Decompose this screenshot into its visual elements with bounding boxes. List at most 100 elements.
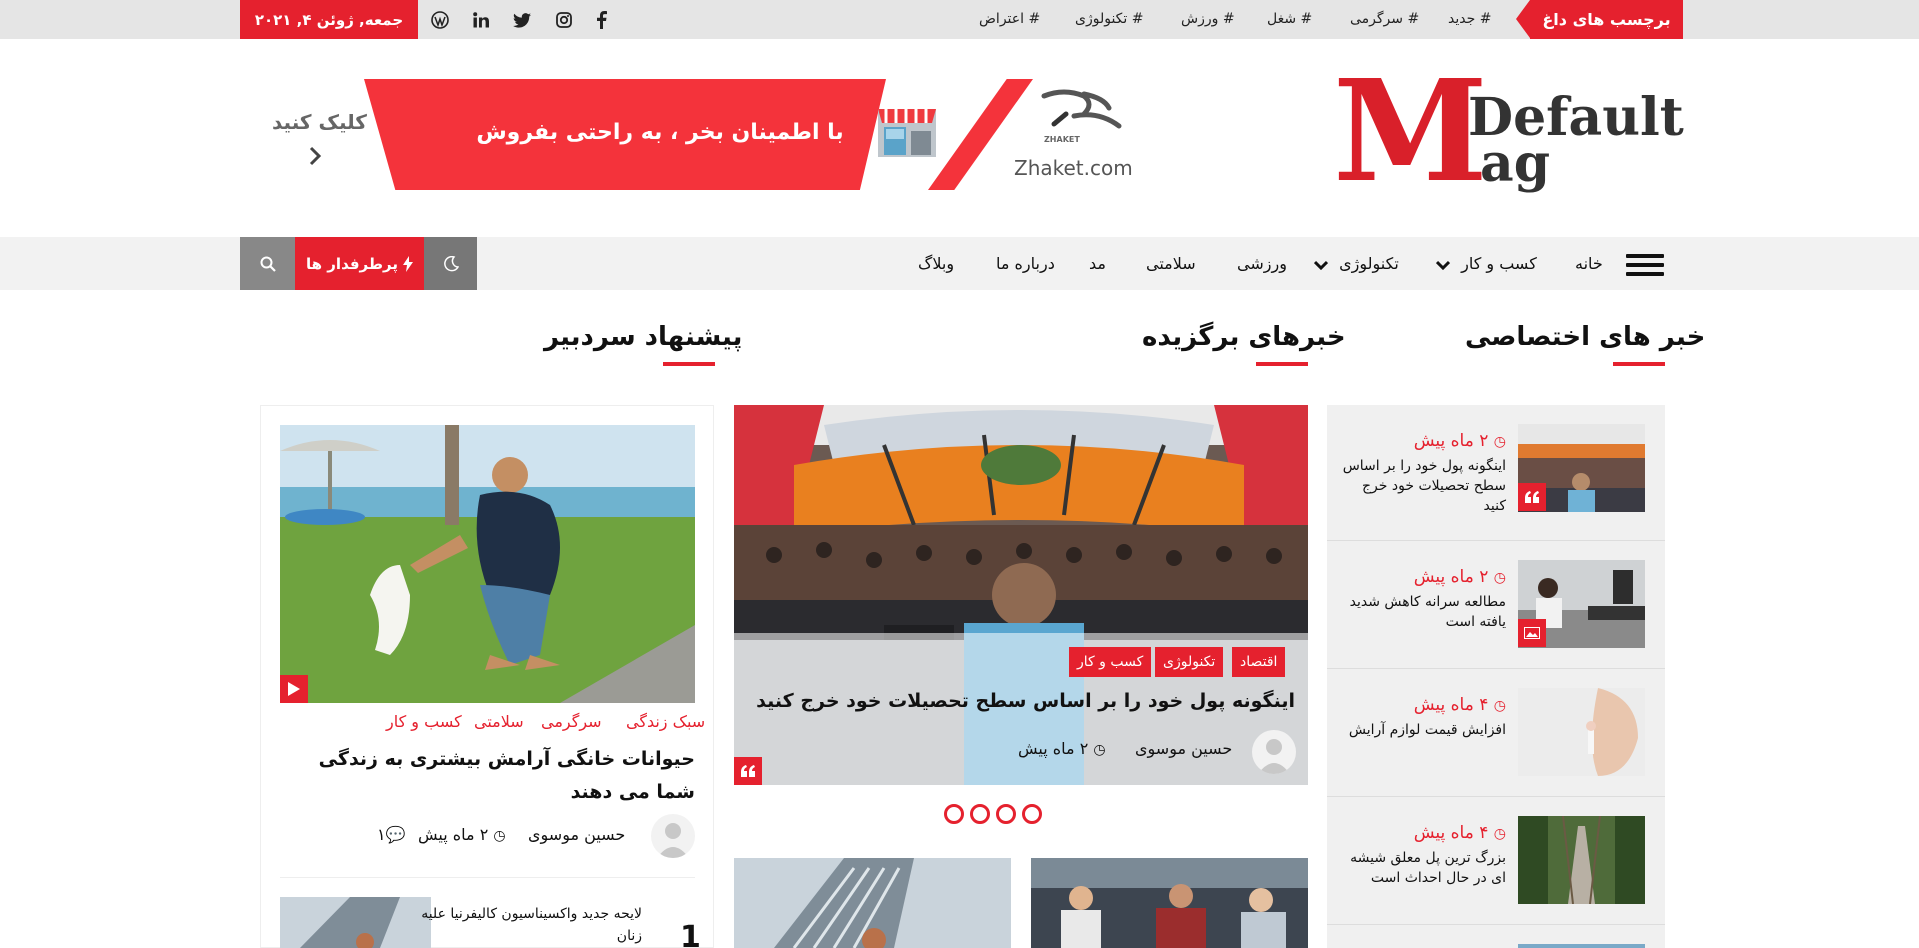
featured-thumb-meeting[interactable] xyxy=(1031,858,1308,948)
ad-click-text[interactable]: کلیک کنید xyxy=(272,110,367,134)
featured-time-text: ۲ ماه پیش xyxy=(1018,739,1089,758)
editor-category-entertainment[interactable]: سرگرمی xyxy=(541,712,602,731)
slider-dot[interactable] xyxy=(1022,804,1042,824)
editor-author[interactable]: حسین موسوی xyxy=(528,825,625,844)
editor-list-thumb[interactable] xyxy=(280,897,431,948)
hot-tags-label: برچسب های داغ xyxy=(1516,0,1683,39)
clock-icon: ◷ xyxy=(493,828,506,844)
section-title-exclusive: خبر های اختصاصی xyxy=(1465,322,1706,352)
exclusive-time-1-text: ۲ ماه پیش xyxy=(1413,431,1489,451)
tag-entertainment[interactable]: # سرگرمی xyxy=(1350,0,1419,39)
exclusive-time-2: ◷ ۲ ماه پیش xyxy=(1413,567,1506,587)
nav-business-label: کسب و کار xyxy=(1461,254,1537,273)
section-title-featured: خبرهای برگزیده xyxy=(1142,322,1346,352)
list-number: 1 xyxy=(680,920,701,948)
slider-dot[interactable] xyxy=(970,804,990,824)
exclusive-time-3-text: ۴ ماه پیش xyxy=(1413,695,1489,715)
tag-job[interactable]: # شغل xyxy=(1267,0,1312,39)
quote-badge-icon xyxy=(1518,483,1546,511)
nav-about[interactable]: درباره ما xyxy=(996,237,1055,290)
hamburger-menu-icon[interactable] xyxy=(1626,254,1664,276)
exclusive-time-1: ◷ ۲ ماه پیش xyxy=(1413,431,1506,451)
featured-author[interactable]: حسین موسوی xyxy=(1135,739,1232,758)
editor-time-text: ۲ ماه پیش xyxy=(418,825,489,844)
featured-category-technology[interactable]: تکنولوژی xyxy=(1155,647,1224,677)
nav-health[interactable]: سلامتی xyxy=(1146,237,1196,290)
editor-category-health[interactable]: سلامتی xyxy=(474,712,524,731)
exclusive-title-1[interactable]: اینگونه پول خود را بر اساس سطح تحصیلات خ… xyxy=(1338,456,1506,516)
exclusive-time-4: ◷ ۴ ماه پیش xyxy=(1413,823,1506,843)
avatar[interactable] xyxy=(651,814,695,858)
ad-banner-text[interactable]: با اطمینان بخر ، به راحتی بفروش xyxy=(470,113,850,153)
wordpress-icon[interactable] xyxy=(428,8,452,32)
nav-sports[interactable]: ورزشی xyxy=(1237,237,1287,290)
tag-new[interactable]: # جدید xyxy=(1448,0,1491,39)
clock-icon: ◷ xyxy=(1093,742,1106,758)
search-icon xyxy=(260,256,276,272)
section-underline xyxy=(663,362,715,366)
exclusive-time-3: ◷ ۴ ماه پیش xyxy=(1413,695,1506,715)
editor-comments[interactable]: 💬۱ xyxy=(377,825,406,844)
search-button[interactable] xyxy=(240,237,295,290)
editor-category-business[interactable]: کسب و کار xyxy=(386,712,462,731)
featured-time: ◷ ۲ ماه پیش xyxy=(1018,739,1106,758)
tag-technology[interactable]: # تکنولوژی xyxy=(1075,0,1143,39)
shop-icon xyxy=(876,105,938,159)
divider xyxy=(1327,540,1665,541)
editor-list-title[interactable]: لایحه جدید واکسیناسیون کالیفرنیا علیه زن… xyxy=(418,903,642,947)
divider xyxy=(1327,668,1665,669)
quote-badge-icon xyxy=(734,757,762,785)
exclusive-title-4[interactable]: بزرگ ترین پل معلق شیشه ای در حال احداث ا… xyxy=(1338,848,1506,888)
instagram-icon[interactable] xyxy=(552,8,576,32)
bolt-icon xyxy=(402,255,413,272)
logo-letter[interactable]: M xyxy=(1333,62,1488,202)
zhaket-logo[interactable]: ZHAKET Zhaket.com xyxy=(1014,86,1134,181)
slider-dot[interactable] xyxy=(996,804,1016,824)
linkedin-icon[interactable] xyxy=(469,8,493,32)
logo-word-ag[interactable]: ag xyxy=(1480,138,1550,190)
nav-technology-label: تکنولوژی xyxy=(1339,254,1399,273)
current-date: جمعه, ژوئن ۴, ۲۰۲۱ xyxy=(240,0,418,39)
slider-dot[interactable] xyxy=(944,804,964,824)
tag-sport[interactable]: # ورزش xyxy=(1181,0,1235,39)
featured-title[interactable]: اینگونه پول خود را بر اساس سطح تحصیلات خ… xyxy=(756,690,1295,712)
nav-business[interactable]: کسب و کار xyxy=(1435,237,1537,290)
dark-mode-toggle[interactable] xyxy=(424,237,477,290)
play-badge-icon xyxy=(280,675,308,703)
exclusive-thumb-4[interactable] xyxy=(1518,816,1645,904)
zhaket-domain: Zhaket.com xyxy=(1014,156,1133,180)
divider xyxy=(280,877,695,878)
nav-home[interactable]: خانه xyxy=(1575,237,1603,290)
nav-technology[interactable]: تکنولوژی xyxy=(1313,237,1399,290)
exclusive-thumb-3[interactable] xyxy=(1518,688,1645,776)
featured-category-business[interactable]: کسب و کار xyxy=(1069,647,1152,677)
slider-dots[interactable] xyxy=(944,804,1042,826)
editor-pick-title[interactable]: حیوانات خانگی آرامش بیشتری به زندگی شما … xyxy=(282,743,695,809)
nav-blog[interactable]: وبلاگ xyxy=(918,237,954,290)
tag-protest[interactable]: # اعتراض xyxy=(979,0,1040,39)
chevron-right-icon[interactable] xyxy=(308,146,322,170)
divider xyxy=(1327,796,1665,797)
section-underline xyxy=(1613,362,1665,366)
editor-pick-image[interactable] xyxy=(280,425,695,703)
avatar[interactable] xyxy=(1252,730,1296,774)
editor-category-lifestyle[interactable]: سبک زندگی xyxy=(626,712,705,731)
exclusive-time-2-text: ۲ ماه پیش xyxy=(1413,567,1489,587)
popular-button[interactable]: پرطرفدار ها xyxy=(295,237,424,290)
twitter-icon[interactable] xyxy=(510,8,534,32)
featured-thumb-building[interactable] xyxy=(734,858,1011,948)
zhaket-small-text: ZHAKET xyxy=(1044,135,1080,144)
chevron-down-icon xyxy=(1435,260,1451,270)
exclusive-time-4-text: ۴ ماه پیش xyxy=(1413,823,1489,843)
image-badge-icon xyxy=(1518,619,1546,647)
popular-label: پرطرفدار ها xyxy=(306,254,398,273)
exclusive-title-3[interactable]: افزایش قیمت لوازم آرایش xyxy=(1338,720,1506,740)
chevron-down-icon xyxy=(1313,260,1329,270)
comment-icon: 💬 xyxy=(385,825,406,844)
facebook-icon[interactable] xyxy=(589,8,613,32)
divider xyxy=(1327,924,1665,925)
exclusive-title-2[interactable]: مطالعه سرانه کاهش شدید یافته است xyxy=(1338,592,1506,632)
nav-fashion[interactable]: مد xyxy=(1089,237,1106,290)
featured-category-economy[interactable]: اقتصاد xyxy=(1232,647,1286,677)
exclusive-thumb-5[interactable] xyxy=(1518,944,1645,948)
